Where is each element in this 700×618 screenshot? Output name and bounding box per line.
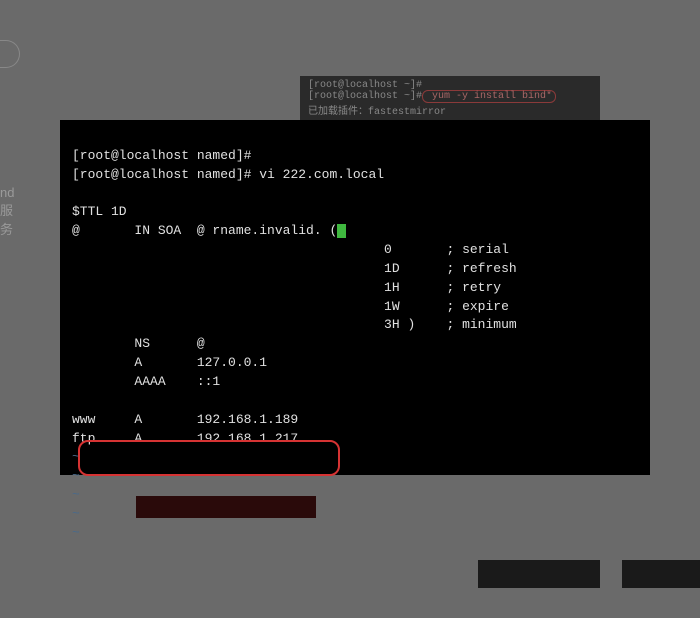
prompt-line-1: [root@localhost named]# (72, 148, 251, 163)
soa-retry: 1H ; retry (72, 280, 501, 295)
bg-text-service: nd服务 (0, 185, 14, 238)
soa-refresh: 1D ; refresh (72, 261, 517, 276)
ftp-a-record: ftp A 192.168.1.217 (72, 431, 298, 446)
aaaa-record: AAAA ::1 (72, 374, 220, 389)
dark-patch-overlay (478, 560, 600, 588)
cursor (337, 224, 346, 238)
ghost-line-2: [root@localhost ~]# yum -y install bind* (308, 91, 592, 102)
soa-minimum: 3H ) ; minimum (72, 317, 517, 332)
soa-line: @ IN SOA @ rname.invalid. ( (72, 223, 337, 238)
soa-serial: 0 ; serial (72, 242, 509, 257)
terminal-window[interactable]: [root@localhost named]# [root@localhost … (60, 120, 650, 475)
background-terminal-ghost: [root@localhost ~]# [root@localhost ~]# … (300, 76, 600, 126)
vi-tilde: ~ (72, 449, 80, 464)
soa-expire: 1W ; expire (72, 299, 509, 314)
dark-patch-overlay (136, 496, 316, 518)
dark-patch-overlay (622, 560, 700, 588)
ghost-line-3: 已加载插件：fastestmirror (308, 102, 592, 118)
vi-tilde: ~ (72, 525, 80, 540)
ttl-line: $TTL 1D (72, 204, 127, 219)
vi-tilde: ~ (72, 468, 80, 483)
a-record: A 127.0.0.1 (72, 355, 267, 370)
prompt-line-2-cmd: vi 222.com.local (259, 167, 384, 182)
www-a-record: www A 192.168.1.189 (72, 412, 298, 427)
ns-record: NS @ (72, 336, 205, 351)
ui-fragment-circle (0, 40, 20, 68)
vi-tilde: ~ (72, 506, 80, 521)
prompt-line-2-prompt: [root@localhost named]# (72, 167, 259, 182)
